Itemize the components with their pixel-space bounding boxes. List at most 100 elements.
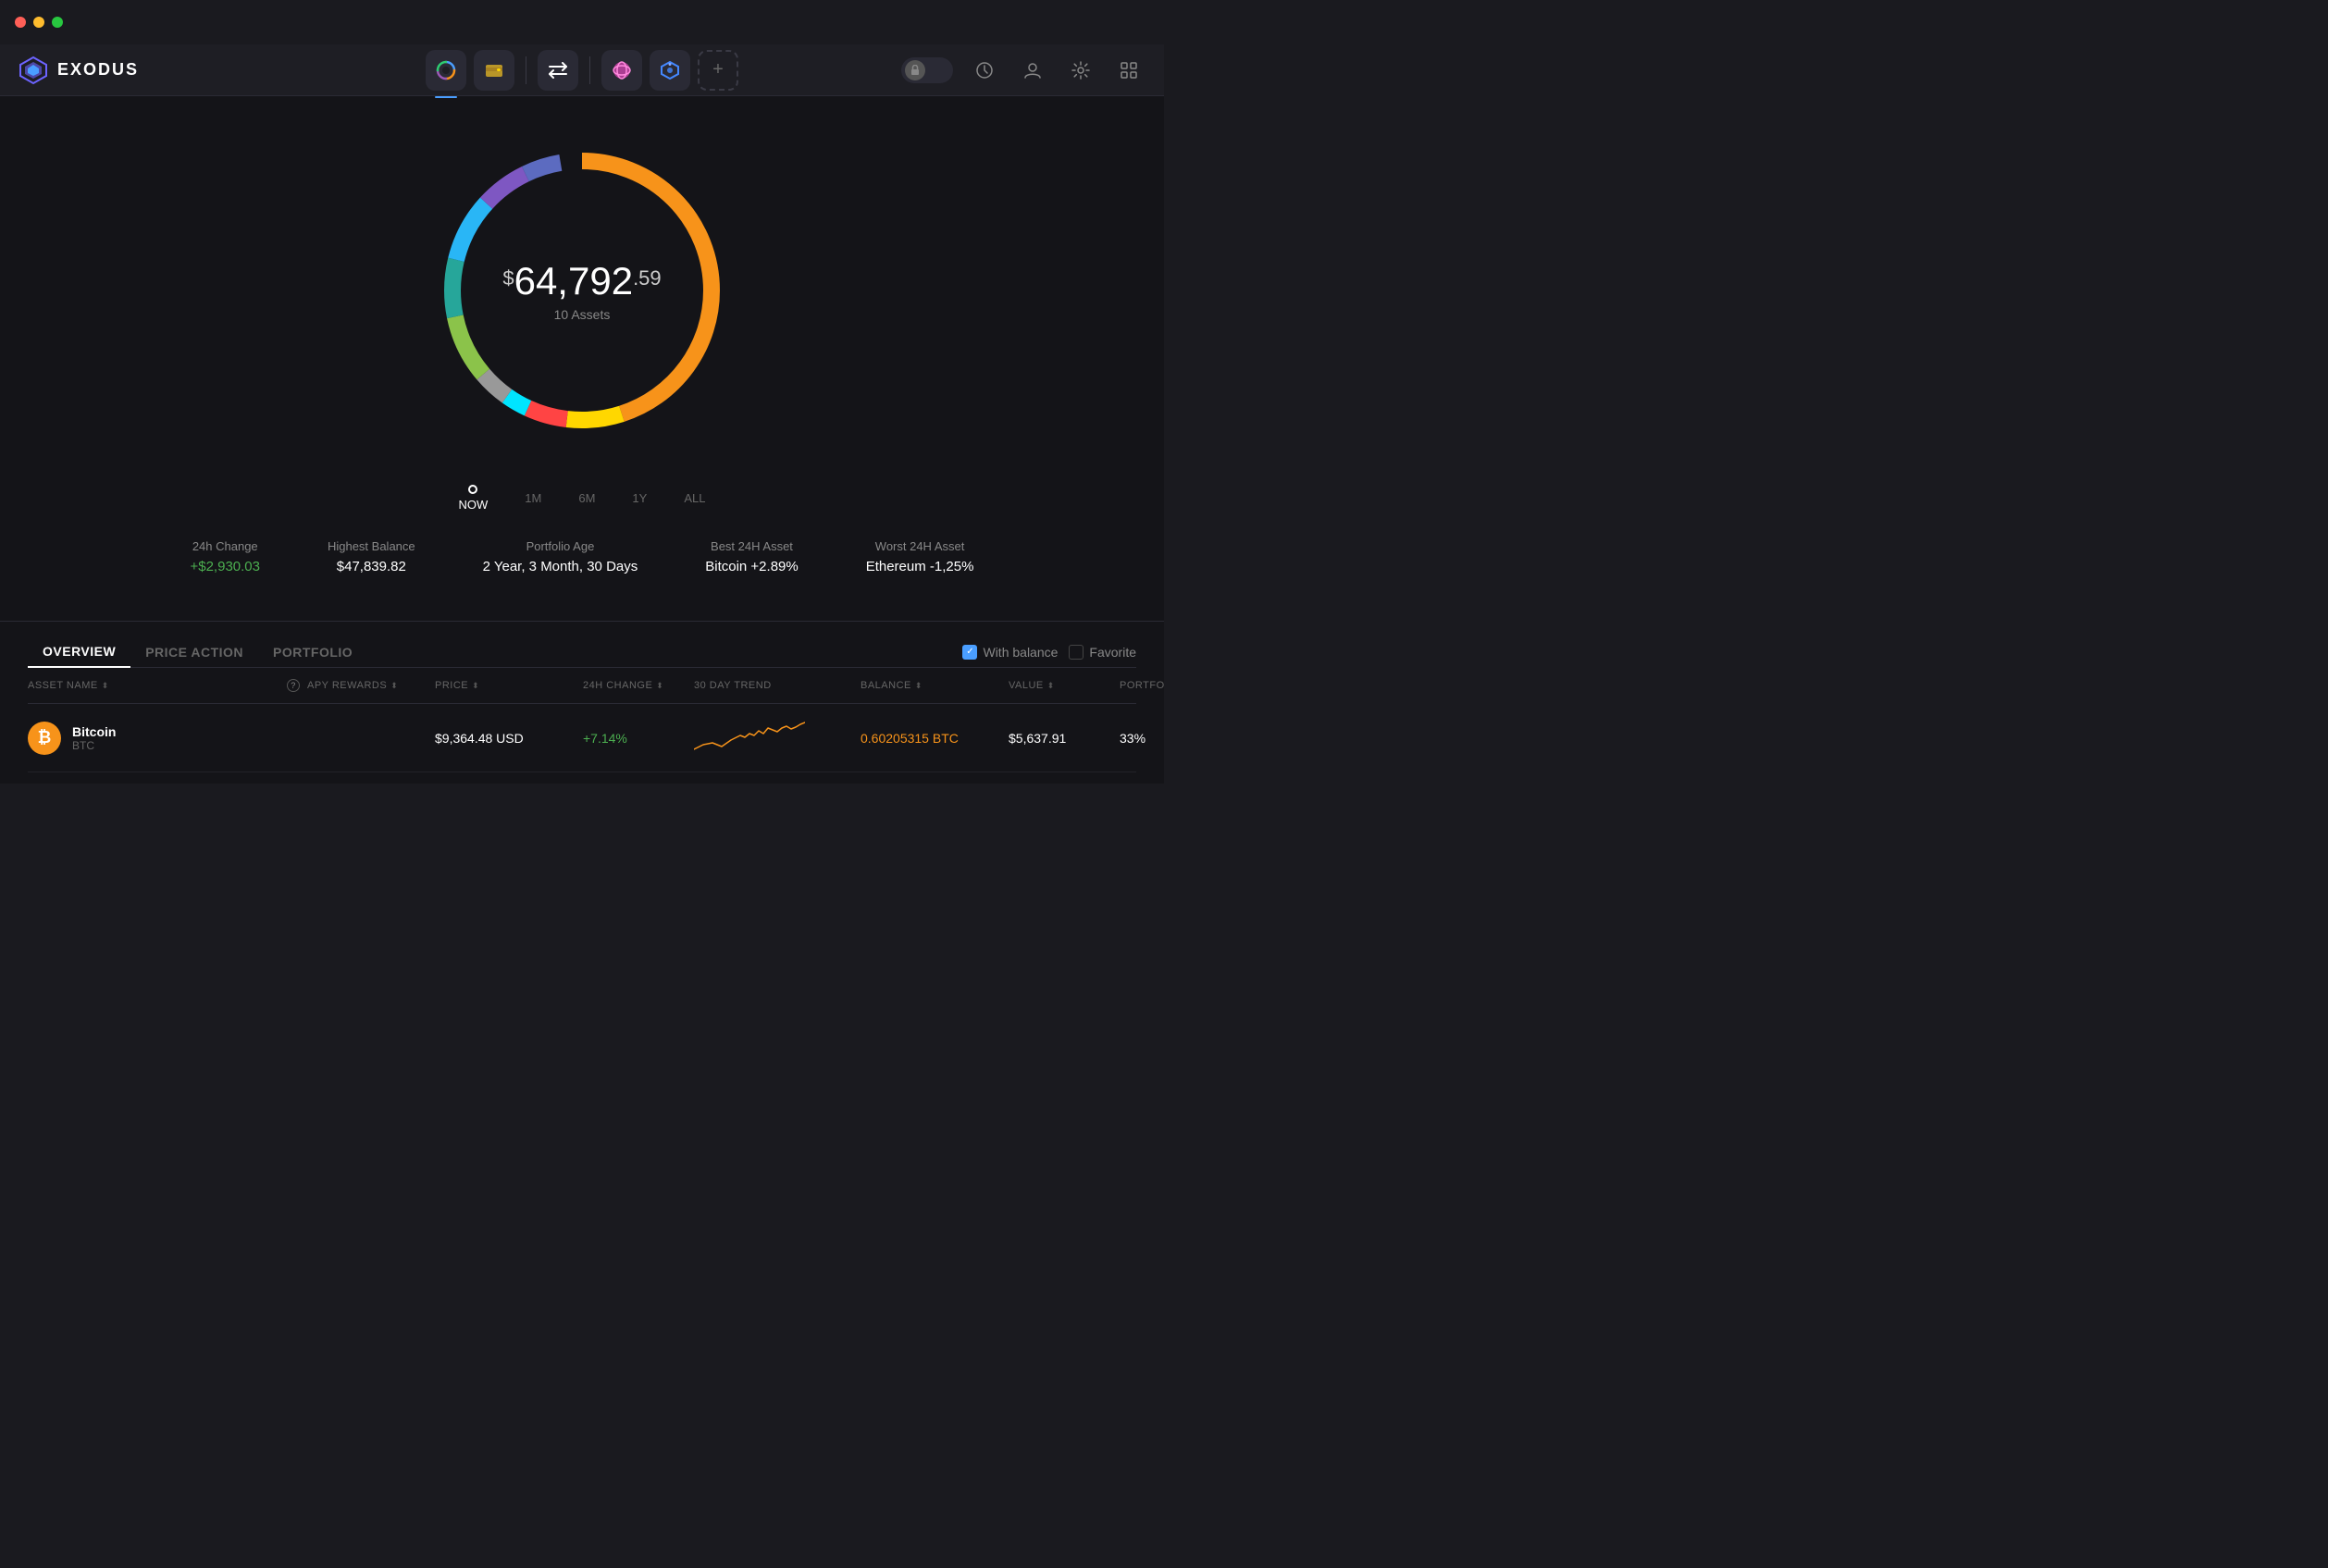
lock-toggle[interactable] [901, 57, 953, 83]
bitcoin-value: $5,637.91 [1009, 731, 1120, 746]
portfolio-section: $ 64,792 .59 10 Assets NOW 1M 6M 1Y [0, 96, 1164, 621]
nav-exchange-button[interactable] [538, 50, 578, 91]
apps-grid-button[interactable] [1112, 54, 1145, 87]
nav-portfolio-button[interactable] [426, 50, 466, 91]
app2-icon [660, 60, 680, 80]
portfolio-icon [436, 60, 456, 80]
stat-best-asset-label: Best 24H Asset [705, 539, 798, 553]
header-price[interactable]: PRICE ⬍ [435, 679, 583, 692]
timeline-all[interactable]: ALL [684, 491, 705, 505]
header-value[interactable]: VALUE ⬍ [1009, 679, 1120, 692]
settings-button[interactable] [1064, 54, 1097, 87]
logo: EXODUS [19, 56, 139, 85]
tab-overview[interactable]: OVERVIEW [28, 636, 130, 668]
with-balance-label: With balance [983, 645, 1058, 660]
nav-right [901, 54, 1145, 87]
wallet-icon [484, 60, 504, 80]
bitcoin-sparkline [694, 717, 861, 759]
nav-add-button[interactable]: + [698, 50, 738, 91]
timeline-6m[interactable]: 6M [578, 491, 595, 505]
filter-favorite[interactable]: Favorite [1069, 645, 1136, 660]
dollar-sign: $ [502, 266, 514, 290]
timeline-dot [468, 485, 477, 494]
bitcoin-balance: 0.60205315 BTC [861, 731, 1009, 746]
bitcoin-names: Bitcoin BTC [72, 724, 116, 752]
timeline-1m[interactable]: 1M [525, 491, 541, 505]
history-button[interactable] [968, 54, 1001, 87]
stat-best-asset: Best 24H Asset Bitcoin +2.89% [705, 539, 798, 574]
maximize-button[interactable] [52, 17, 63, 28]
stat-24h-change-label: 24h Change [190, 539, 260, 553]
header-30day-trend: 30 DAY TREND [694, 679, 861, 692]
favorite-checkbox[interactable] [1069, 645, 1084, 660]
timeline-all-label: ALL [684, 491, 705, 505]
header-24h-change[interactable]: 24H CHANGE ⬍ [583, 679, 694, 692]
bitcoin-price: $9,364.48 USD [435, 731, 583, 746]
tab-filters: ✓ With balance Favorite [962, 645, 1136, 660]
help-icon: ? [287, 679, 300, 692]
portfolio-total-value: $ 64,792 .59 [502, 259, 661, 303]
assets-count: 10 Assets [502, 307, 661, 322]
add-icon: + [712, 59, 724, 80]
traffic-lights [15, 17, 63, 28]
header-balance[interactable]: BALANCE ⬍ [861, 679, 1009, 692]
main-value: 64,792 [514, 259, 633, 303]
nav-app1-button[interactable] [601, 50, 642, 91]
close-button[interactable] [15, 17, 26, 28]
stat-portfolio-age-value: 2 Year, 3 Month, 30 Days [483, 559, 638, 574]
minimize-button[interactable] [33, 17, 44, 28]
table-row[interactable]: ₿ Bitcoin BTC $9,364.48 USD +7.14% 0.602… [28, 704, 1136, 772]
stat-24h-change-value: +$2,930.03 [190, 559, 260, 574]
donut-chart: $ 64,792 .59 10 Assets [415, 124, 749, 457]
titlebar [0, 0, 1164, 44]
tab-price-action[interactable]: PRICE ACTION [130, 637, 258, 667]
bitcoin-name: Bitcoin [72, 724, 116, 739]
nav-separator-2 [589, 56, 590, 84]
price-sort-icon: ⬍ [472, 681, 479, 691]
stat-highest-balance-value: $47,839.82 [328, 559, 415, 574]
main-content: $ 64,792 .59 10 Assets NOW 1M 6M 1Y [0, 96, 1164, 784]
timeline-1y[interactable]: 1Y [632, 491, 647, 505]
tab-portfolio[interactable]: PORTFOLIO [258, 637, 367, 667]
bitcoin-icon: ₿ [28, 722, 61, 755]
sparkline-svg [694, 717, 805, 754]
asset-name-sort-icon: ⬍ [102, 681, 109, 691]
stats-row: 24h Change +$2,930.03 Highest Balance $4… [119, 539, 1045, 574]
asset-table: ASSET NAME ⬍ ? APY REWARDS ⬍ PRICE ⬍ 24H… [28, 668, 1136, 772]
timeline: NOW 1M 6M 1Y ALL [459, 485, 706, 512]
timeline-6m-label: 6M [578, 491, 595, 505]
header-apy-rewards[interactable]: ? APY REWARDS ⬍ [287, 679, 435, 692]
stat-portfolio-age: Portfolio Age 2 Year, 3 Month, 30 Days [483, 539, 638, 574]
stat-highest-balance: Highest Balance $47,839.82 [328, 539, 415, 574]
stat-best-asset-value: Bitcoin +2.89% [705, 559, 798, 574]
tabs: OVERVIEW PRICE ACTION PORTFOLIO ✓ With b… [28, 622, 1136, 668]
exchange-icon [548, 62, 568, 79]
bitcoin-portfolio-pct: 33% [1120, 731, 1164, 746]
cents-value: .59 [633, 266, 662, 290]
header-asset-name[interactable]: ASSET NAME ⬍ [28, 679, 287, 692]
apy-sort-icon: ⬍ [390, 681, 398, 691]
history-icon [975, 61, 994, 80]
table-section: OVERVIEW PRICE ACTION PORTFOLIO ✓ With b… [0, 621, 1164, 772]
stat-24h-change: 24h Change +$2,930.03 [190, 539, 260, 574]
nav-center: + [426, 50, 738, 91]
logo-text: EXODUS [57, 60, 139, 80]
balance-sort-icon: ⬍ [915, 681, 923, 691]
favorite-label: Favorite [1089, 645, 1136, 660]
nav-app2-button[interactable] [650, 50, 690, 91]
account-icon [1023, 61, 1042, 80]
account-button[interactable] [1016, 54, 1049, 87]
navbar: EXODUS [0, 44, 1164, 96]
donut-center: $ 64,792 .59 10 Assets [502, 259, 661, 322]
with-balance-checkbox[interactable]: ✓ [962, 645, 977, 660]
app1-icon [612, 60, 632, 80]
header-portfolio-pct[interactable]: PORTFOLIO % ⬍ [1120, 679, 1164, 692]
nav-wallet-button[interactable] [474, 50, 514, 91]
bitcoin-symbol: BTC [72, 739, 116, 752]
timeline-1m-label: 1M [525, 491, 541, 505]
filter-with-balance[interactable]: ✓ With balance [962, 645, 1058, 660]
exodus-logo-icon [19, 56, 48, 85]
timeline-now[interactable]: NOW [459, 485, 489, 512]
settings-icon [1071, 61, 1090, 80]
timeline-now-label: NOW [459, 498, 489, 512]
